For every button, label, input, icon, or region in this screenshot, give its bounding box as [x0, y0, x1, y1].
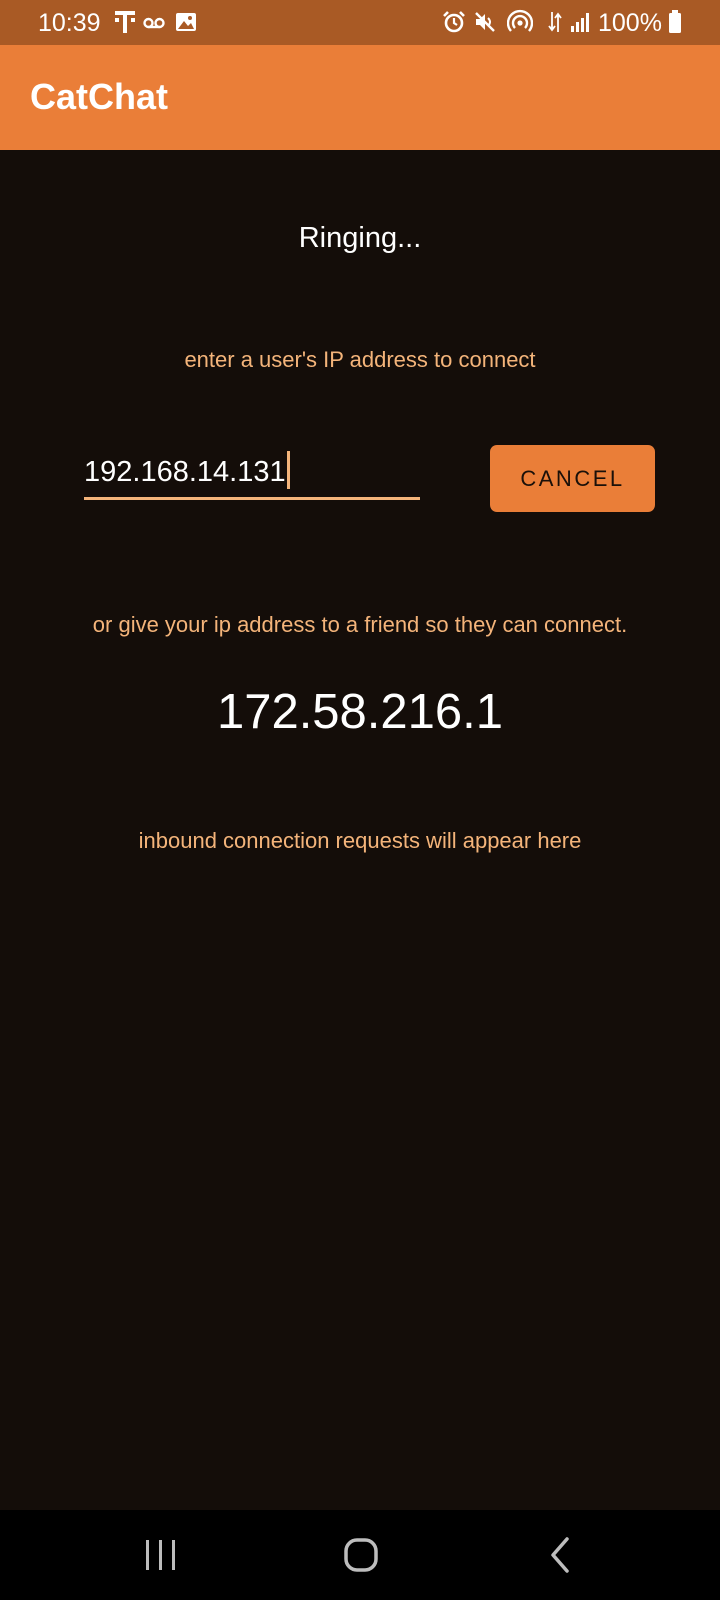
app-title: CatChat	[30, 76, 169, 117]
input-underline	[84, 497, 420, 500]
t-mobile-icon	[115, 11, 135, 33]
call-status-text: Ringing...	[298, 222, 422, 254]
text-cursor	[286, 451, 290, 489]
navigation-bar	[0, 1510, 720, 1600]
inbound-requests-hint: inbound connection requests will appear …	[138, 828, 582, 853]
status-time: 10:39	[38, 9, 101, 37]
connect-hint: enter a user's IP address to connect	[184, 347, 536, 372]
battery-icon	[669, 10, 681, 33]
app-bar: CatChat	[0, 45, 720, 150]
image-icon	[176, 13, 196, 31]
hotspot-icon	[507, 9, 533, 32]
back-icon[interactable]	[531, 1530, 591, 1580]
screen: 10:39 100% CatChat Ringing... enter a us…	[0, 0, 720, 1600]
status-bar: 10:39 100%	[0, 0, 720, 45]
battery-percent: 100%	[598, 9, 662, 37]
mute-icon	[475, 12, 495, 32]
signal-icon	[571, 13, 589, 32]
voicemail-icon	[143, 17, 165, 29]
share-ip-hint: or give your ip address to a friend so t…	[92, 612, 628, 637]
data-icon	[548, 12, 562, 32]
recent-apps-icon[interactable]	[131, 1530, 191, 1580]
cancel-button[interactable]: CANCEL	[490, 445, 655, 512]
alarm-icon	[443, 11, 465, 33]
ip-address-input-value: 192.168.14.131	[84, 456, 286, 488]
ip-address-input[interactable]: 192.168.14.131	[84, 450, 420, 500]
home-icon[interactable]	[331, 1530, 391, 1580]
own-ip-address: 172.58.216.1	[216, 685, 504, 739]
